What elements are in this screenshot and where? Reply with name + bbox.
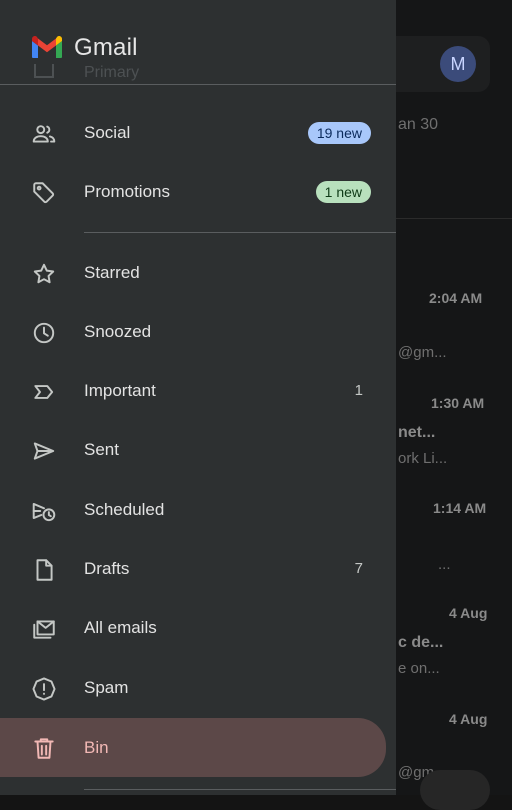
inbox-icon — [34, 64, 54, 78]
email-subject-fragment: c de... — [398, 634, 444, 651]
nav-item-sent[interactable]: Sent — [0, 422, 396, 478]
people-icon — [31, 121, 57, 147]
email-time: 1:30 AM — [431, 395, 485, 411]
email-date-fragment: an 30 — [398, 116, 439, 133]
app-brand-title: Gmail — [74, 34, 138, 61]
email-time: 4 Aug — [449, 711, 488, 727]
nav-item-scheduled[interactable]: Scheduled — [0, 482, 396, 538]
email-time: 1:14 AM — [433, 500, 487, 516]
gmail-logo-icon — [30, 34, 64, 60]
trash-icon — [31, 735, 57, 761]
send-icon — [31, 438, 57, 464]
email-preview-fragment: ... — [438, 556, 451, 573]
account-avatar[interactable]: M — [440, 46, 476, 82]
drawer-header: Primary Gmail — [0, 0, 396, 85]
nav-item-social[interactable]: Social 19 new — [0, 105, 396, 161]
nav-item-label: All emails — [84, 618, 157, 637]
clock-icon — [31, 320, 57, 346]
nav-item-label: Social — [84, 123, 131, 142]
nav-item-label: Starred — [84, 263, 140, 282]
email-time: 4 Aug — [449, 605, 488, 621]
unread-count: 7 — [354, 560, 363, 577]
nav-item-important[interactable]: Important 1 — [0, 363, 396, 419]
navigation-drawer: Social 19 new Promotions 1 new Starred S… — [0, 0, 396, 795]
email-preview-fragment: e on... — [398, 660, 440, 677]
important-icon — [31, 379, 57, 405]
star-icon — [31, 261, 57, 287]
nav-item-label: Snoozed — [84, 322, 152, 341]
nav-item-label: Sent — [84, 440, 119, 459]
nav-item-label: Promotions — [84, 182, 170, 201]
nav-item-snoozed[interactable]: Snoozed — [0, 304, 396, 360]
nav-item-label: Important — [84, 381, 156, 400]
nav-item-label: Scheduled — [84, 500, 165, 519]
email-subject-fragment: net... — [398, 424, 436, 441]
tag-icon — [31, 180, 57, 206]
nav-item-bin[interactable]: Bin — [0, 718, 386, 777]
nav-item-drafts[interactable]: Drafts 7 — [0, 541, 396, 597]
unread-count: 1 — [354, 382, 363, 399]
spam-icon — [31, 676, 57, 702]
nav-item-label: Primary — [84, 64, 140, 81]
compose-button[interactable] — [420, 770, 490, 810]
nav-item-label: Bin — [84, 738, 109, 757]
nav-item-promotions[interactable]: Promotions 1 new — [0, 164, 396, 220]
nav-item-label: Drafts — [84, 559, 130, 578]
scheduled-send-icon — [31, 498, 57, 524]
section-divider — [84, 789, 396, 790]
email-time: 2:04 AM — [429, 290, 483, 306]
nav-item-all-emails[interactable]: All emails — [0, 600, 396, 656]
all-mail-icon — [31, 616, 57, 642]
nav-item-label: Spam — [84, 678, 129, 697]
draft-icon — [31, 557, 57, 583]
section-divider — [84, 232, 396, 233]
nav-item-spam[interactable]: Spam — [0, 660, 396, 716]
email-preview-fragment: ork Li... — [398, 450, 448, 467]
nav-item-starred[interactable]: Starred — [0, 245, 396, 301]
new-count-badge: 1 new — [315, 181, 371, 203]
divider — [396, 218, 512, 219]
new-count-badge: 19 new — [307, 122, 371, 144]
email-sender-fragment: @gm... — [398, 344, 447, 361]
